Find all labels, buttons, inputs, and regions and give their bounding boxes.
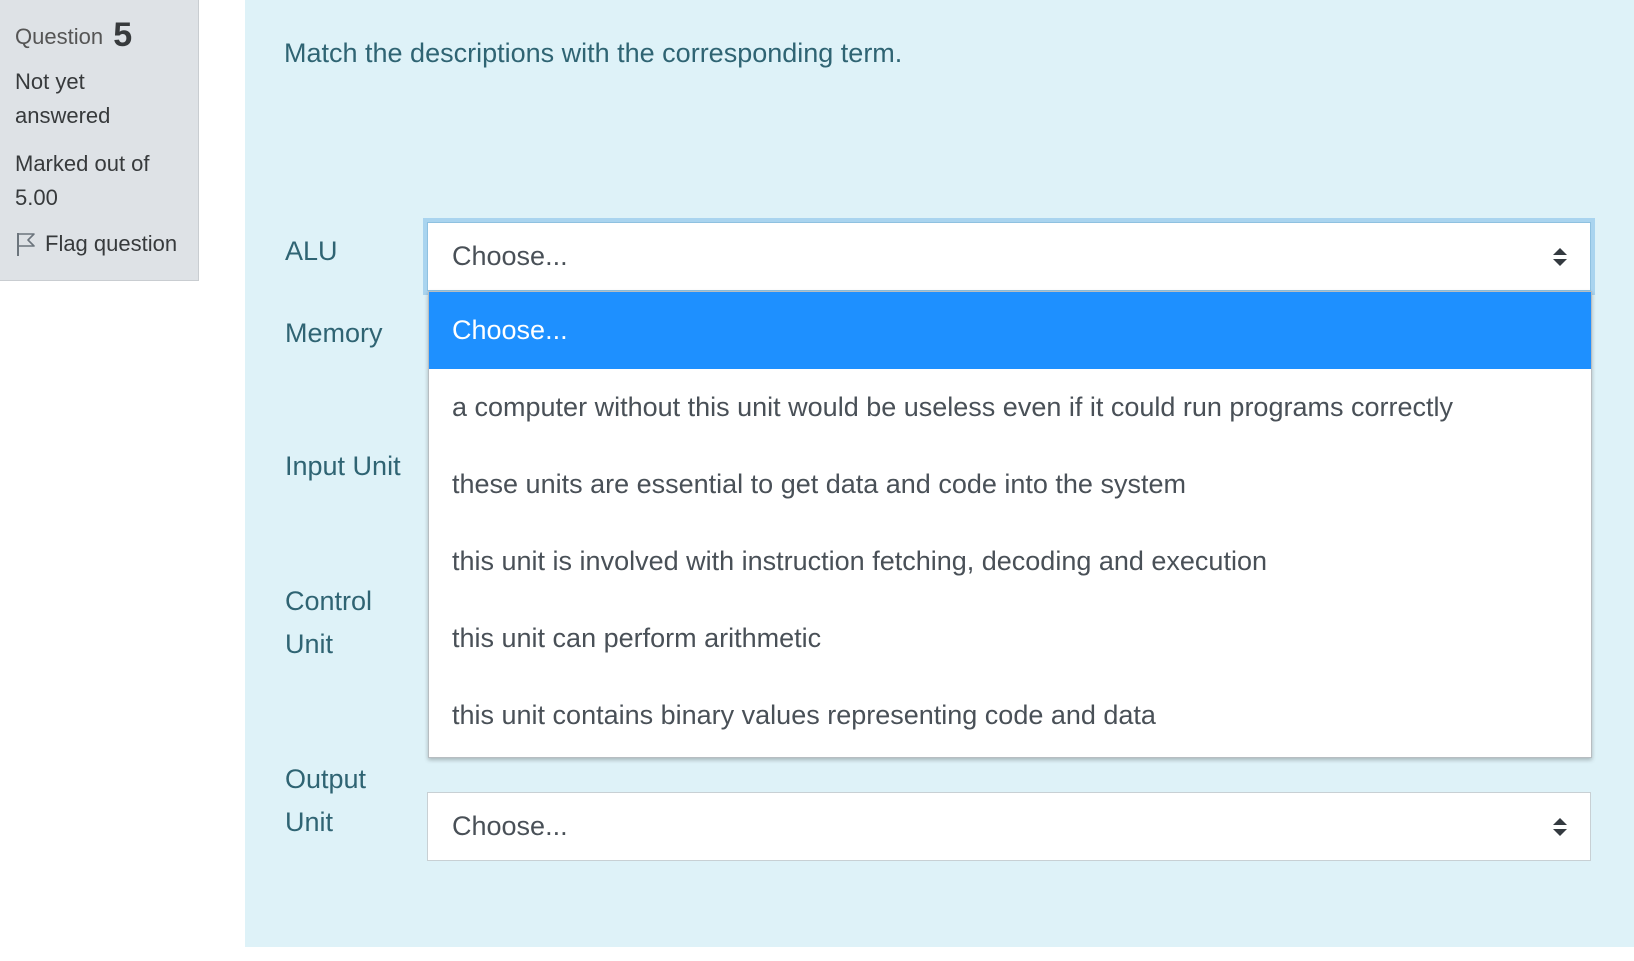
select-output-unit[interactable]: Choose... bbox=[427, 792, 1591, 861]
select-option[interactable]: a computer without this unit would be us… bbox=[429, 369, 1591, 446]
flag-question-label: Flag question bbox=[45, 231, 178, 256]
term-label-alu: ALU bbox=[285, 236, 338, 266]
select-option[interactable]: this unit can perform arithmetic bbox=[429, 600, 1591, 677]
select-alu-value: Choose... bbox=[452, 241, 568, 271]
select-option[interactable]: this unit contains binary values represe… bbox=[429, 677, 1591, 754]
flag-question-link[interactable]: Flag question bbox=[15, 231, 183, 257]
question-state: Not yet answered bbox=[15, 69, 111, 128]
select-output-unit-value: Choose... bbox=[452, 811, 568, 841]
term-label-input-unit: Input Unit bbox=[285, 451, 401, 481]
term-label-memory: Memory bbox=[285, 318, 383, 348]
select-options-list: Choose... a computer without this unit w… bbox=[428, 291, 1592, 758]
question-content: Match the descriptions with the correspo… bbox=[245, 0, 1634, 947]
flag-icon bbox=[17, 233, 35, 256]
question-grade: Marked out of 5.00 bbox=[15, 151, 150, 210]
question-prompt: Match the descriptions with the correspo… bbox=[284, 38, 903, 68]
question-label: Question bbox=[15, 24, 104, 49]
select-option-choose[interactable]: Choose... bbox=[429, 292, 1591, 369]
term-label-control-unit: Control Unit bbox=[285, 586, 373, 659]
select-arrows-icon bbox=[1553, 247, 1567, 266]
question-number: 5 bbox=[113, 16, 133, 54]
select-option[interactable]: this unit is involved with instruction f… bbox=[429, 523, 1591, 600]
select-alu[interactable]: Choose... bbox=[427, 222, 1591, 291]
select-arrows-icon bbox=[1553, 817, 1567, 836]
quiz-page: Question 5 Not yet answered Marked out o… bbox=[0, 0, 1634, 961]
select-option[interactable]: these units are essential to get data an… bbox=[429, 446, 1591, 523]
question-info-panel: Question 5 Not yet answered Marked out o… bbox=[0, 0, 199, 281]
term-label-output-unit: Output Unit bbox=[285, 764, 367, 837]
question-number-row: Question 5 bbox=[15, 14, 183, 54]
